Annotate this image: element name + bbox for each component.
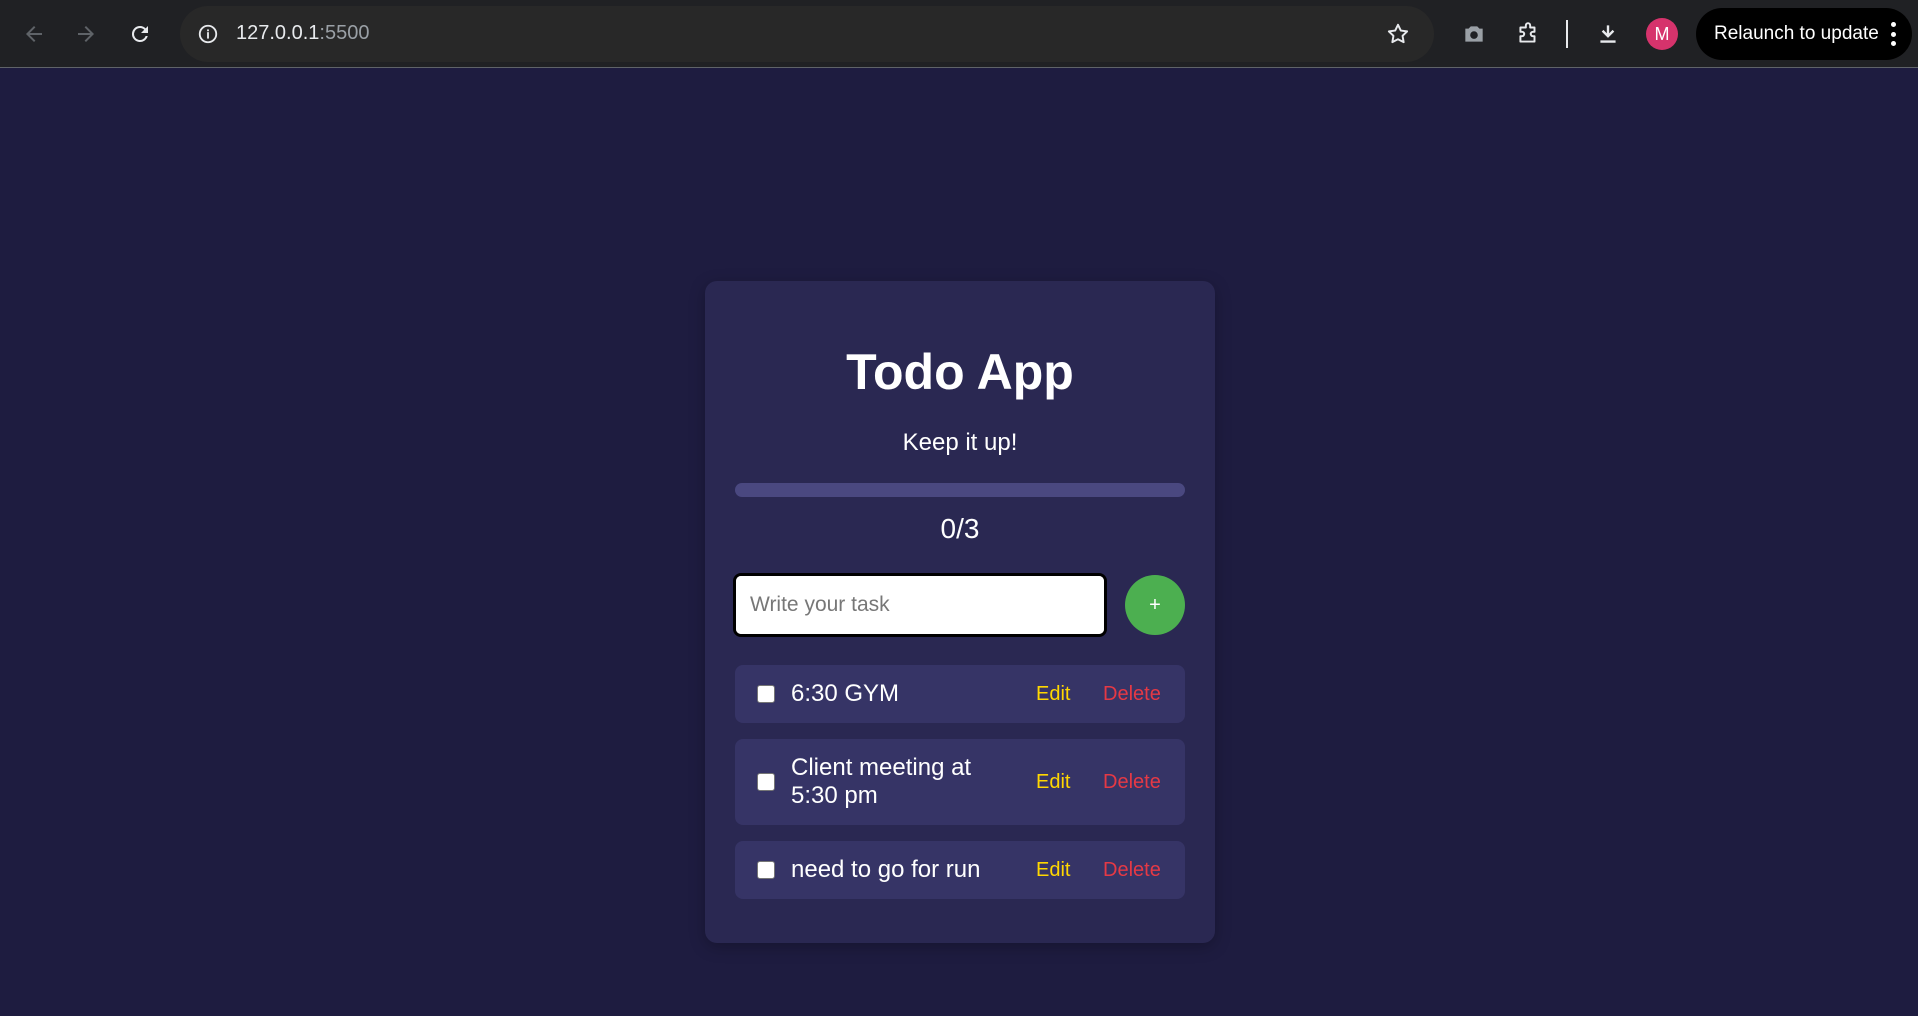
arrow-right-icon	[78, 26, 94, 42]
edit-button[interactable]: Edit	[1036, 859, 1070, 882]
list-item: Client meeting at 5:30 pm Edit Delete	[735, 739, 1185, 825]
extensions-puzzle-icon[interactable]	[1508, 14, 1548, 54]
task-input[interactable]	[733, 573, 1107, 637]
camera-icon[interactable]	[1454, 14, 1494, 54]
task-text: 6:30 GYM	[791, 680, 900, 707]
kebab-menu-icon[interactable]	[1890, 22, 1896, 46]
relaunch-label: Relaunch to update	[1714, 23, 1879, 44]
url-text: 127.0.0.1:5500	[236, 22, 369, 45]
toolbar-divider	[1566, 20, 1568, 48]
task-text: need to go for run	[791, 856, 981, 883]
arrow-left-icon	[26, 26, 42, 42]
edit-button[interactable]: Edit	[1036, 771, 1070, 794]
relaunch-button[interactable]: Relaunch to update	[1696, 8, 1912, 60]
delete-button[interactable]: Delete	[1103, 859, 1161, 882]
site-info-icon[interactable]	[192, 18, 224, 50]
url-port: :5500	[319, 22, 370, 44]
task-list: 6:30 GYM Edit Delete Client meeting at 5…	[735, 665, 1185, 915]
task-checkbox[interactable]	[757, 861, 775, 879]
profile-avatar[interactable]: M	[1646, 18, 1678, 50]
add-task-button[interactable]: +	[1125, 575, 1185, 635]
delete-button[interactable]: Delete	[1103, 771, 1161, 794]
back-button[interactable]	[14, 14, 54, 54]
list-item: 6:30 GYM Edit Delete	[735, 665, 1185, 723]
task-checkbox[interactable]	[757, 773, 775, 791]
progress-bar	[735, 483, 1185, 497]
address-bar[interactable]: 127.0.0.1:5500	[180, 6, 1434, 62]
delete-button[interactable]: Delete	[1103, 683, 1161, 706]
forward-button[interactable]	[66, 14, 106, 54]
task-count: 0/3	[940, 513, 980, 544]
task-checkbox[interactable]	[757, 685, 775, 703]
download-icon[interactable]	[1588, 14, 1628, 54]
url-host: 127.0.0.1	[236, 22, 320, 44]
bookmark-star-icon[interactable]	[1382, 18, 1414, 50]
reload-icon	[131, 25, 148, 42]
page-title: Todo App	[846, 344, 1074, 400]
browser-toolbar: 127.0.0.1:5500 M Relaunch to update	[0, 0, 1918, 68]
todo-card: Todo App Keep it up! 0/3 + 6:30 GYM Edit…	[705, 281, 1215, 943]
page-content: Todo App Keep it up! 0/3 + 6:30 GYM Edit…	[0, 69, 1918, 1016]
encouragement-text: Keep it up!	[902, 429, 1018, 456]
task-text: Client meeting at 5:30 pm	[791, 754, 972, 809]
edit-button[interactable]: Edit	[1036, 683, 1070, 706]
reload-button[interactable]	[120, 14, 160, 54]
list-item: need to go for run Edit Delete	[735, 841, 1185, 899]
